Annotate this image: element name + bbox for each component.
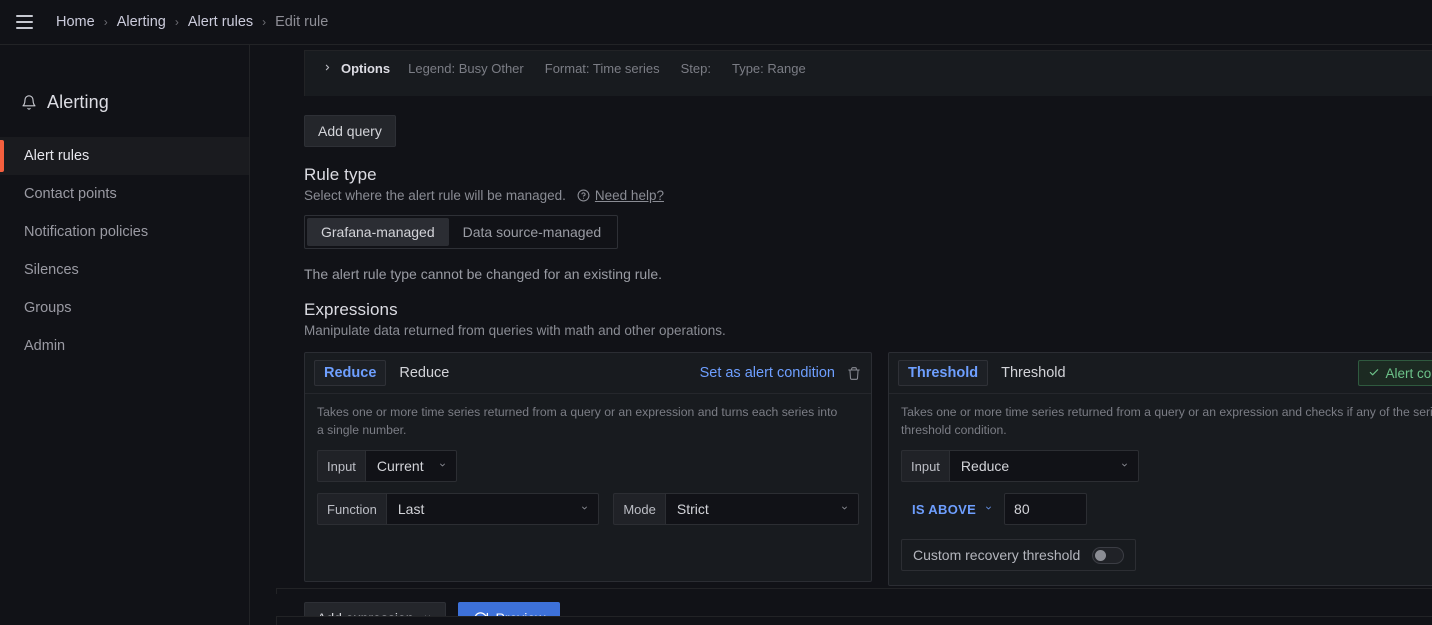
reduce-function-select[interactable]: Last xyxy=(385,493,600,526)
query-options-row[interactable]: Options Legend: Busy Other Format: Time … xyxy=(305,51,1432,85)
add-query-button[interactable]: Add query xyxy=(304,115,396,147)
threshold-operator-select[interactable]: IS ABOVE xyxy=(901,493,1004,525)
sidebar-item-notification-policies[interactable]: Notification policies xyxy=(0,213,249,251)
expression-header: Threshold Threshold Alert condition xyxy=(889,353,1432,394)
custom-recovery-threshold-row[interactable]: Custom recovery threshold xyxy=(901,539,1137,572)
breadcrumb-separator: › xyxy=(103,15,108,29)
sidebar-item-alert-rules[interactable]: Alert rules xyxy=(0,137,249,175)
sidebar-nav: Alert rules Contact points Notification … xyxy=(0,137,249,365)
rule-type-description: Select where the alert rule will be mana… xyxy=(304,188,566,203)
section-container-top-border xyxy=(276,588,1432,594)
reduce-function-value: Last xyxy=(397,501,425,518)
sidebar-item-silences[interactable]: Silences xyxy=(0,251,249,289)
reduce-mode-select[interactable]: Strict xyxy=(664,493,859,526)
breadcrumb-item-alert-rules[interactable]: Alert rules xyxy=(188,14,253,30)
expression-ref-id[interactable]: Threshold xyxy=(898,360,989,386)
sidebar-item-label: Notification policies xyxy=(24,224,149,240)
breadcrumb-item-edit-rule: Edit rule xyxy=(275,14,329,30)
custom-recovery-threshold-toggle[interactable] xyxy=(1092,546,1125,564)
hamburger-menu-icon[interactable] xyxy=(10,8,38,36)
threshold-value-input[interactable] xyxy=(1004,493,1088,526)
alert-condition-label: Alert condition xyxy=(1385,365,1432,381)
chevron-down-icon xyxy=(579,504,590,515)
breadcrumb-separator: › xyxy=(262,15,267,29)
expression-card-reduce: Reduce Reduce Set as alert condition Tak… xyxy=(304,352,872,583)
options-format: Format: Time series xyxy=(544,60,660,76)
reduce-mode-value: Strict xyxy=(676,501,709,518)
expression-description: Takes one or more time series returned f… xyxy=(901,405,1432,437)
sidebar-item-groups[interactable]: Groups xyxy=(0,289,249,327)
sidebar-item-label: Groups xyxy=(24,300,72,316)
options-legend: Legend: Busy Other xyxy=(408,60,524,76)
chevron-down-icon xyxy=(839,504,850,515)
sidebar-item-contact-points[interactable]: Contact points xyxy=(0,175,249,213)
query-panel: Options Legend: Busy Other Format: Time … xyxy=(304,50,1432,96)
reduce-input-row: Input Current xyxy=(317,450,859,483)
expression-type-name: Threshold xyxy=(1001,365,1066,381)
bell-icon xyxy=(21,93,37,111)
sidebar-item-admin[interactable]: Admin xyxy=(0,327,249,365)
expression-card-threshold: Threshold Threshold Alert condition xyxy=(888,352,1432,587)
top-bar: Home › Alerting › Alert rules › Edit rul… xyxy=(0,0,1432,45)
section-container-top-border xyxy=(276,616,1432,625)
breadcrumb-separator: › xyxy=(174,15,179,29)
expression-ref-id[interactable]: Reduce xyxy=(314,360,387,386)
expressions-heading: Expressions xyxy=(304,300,398,319)
trash-icon[interactable] xyxy=(845,364,863,383)
check-icon xyxy=(1368,366,1380,381)
reduce-input-label: Input xyxy=(317,450,365,483)
chevron-down-icon xyxy=(1119,461,1130,472)
reduce-mode-label: Mode xyxy=(613,493,665,526)
threshold-input-label: Input xyxy=(901,450,949,483)
question-circle-icon[interactable] xyxy=(577,189,590,202)
rule-type-heading: Rule type xyxy=(304,165,377,184)
options-step: Step: xyxy=(680,60,711,76)
expression-body: Takes one or more time series returned f… xyxy=(305,394,871,581)
rule-type-option-grafana-managed[interactable]: Grafana-managed xyxy=(307,218,449,246)
rule-editor-content: Add query Rule type Select where the ale… xyxy=(304,107,1432,625)
expressions-description: Manipulate data returned from queries wi… xyxy=(304,323,726,338)
set-as-alert-condition-link[interactable]: Set as alert condition xyxy=(700,365,835,381)
chevron-down-icon xyxy=(437,461,448,472)
main-content: Options Legend: Busy Other Format: Time … xyxy=(250,45,1432,625)
reduce-input-select[interactable]: Current xyxy=(364,450,457,483)
breadcrumb-item-alerting[interactable]: Alerting xyxy=(117,14,166,30)
threshold-operator-label: IS ABOVE xyxy=(912,501,977,517)
need-help-link[interactable]: Need help? xyxy=(595,188,664,203)
sidebar: Alerting Alert rules Contact points Noti… xyxy=(0,45,250,625)
toggle-knob xyxy=(1095,549,1107,561)
alert-condition-badge[interactable]: Alert condition xyxy=(1358,360,1432,386)
sidebar-item-label: Alert rules xyxy=(24,148,90,164)
options-type: Type: Range xyxy=(731,60,806,76)
options-label: Options xyxy=(341,60,391,76)
reduce-input-value: Current xyxy=(376,458,424,475)
chevron-down-icon xyxy=(983,504,994,515)
threshold-input-row: Input Reduce xyxy=(901,450,1432,483)
chevron-right-icon[interactable] xyxy=(323,61,332,77)
rule-type-description-row: Select where the alert rule will be mana… xyxy=(304,188,1432,203)
reduce-function-label: Function xyxy=(317,493,386,526)
expression-body: Takes one or more time series returned f… xyxy=(889,394,1432,585)
threshold-condition-row: IS ABOVE xyxy=(901,493,1432,526)
sidebar-item-label: Admin xyxy=(24,338,66,354)
reduce-function-row: Function Last Mode Strict xyxy=(317,493,859,526)
threshold-input-value: Reduce xyxy=(960,458,1010,475)
sidebar-item-label: Silences xyxy=(24,262,79,278)
sidebar-header: Alerting xyxy=(0,45,249,117)
breadcrumb-item-home[interactable]: Home xyxy=(56,14,95,30)
expressions-grid: Reduce Reduce Set as alert condition Tak… xyxy=(304,352,1432,587)
threshold-input-select[interactable]: Reduce xyxy=(948,450,1139,483)
rule-type-radio-group[interactable]: Grafana-managed Data source-managed xyxy=(304,215,619,249)
expression-type-name: Reduce xyxy=(399,365,450,381)
rule-type-option-data-source-managed[interactable]: Data source-managed xyxy=(449,218,616,246)
breadcrumb: Home › Alerting › Alert rules › Edit rul… xyxy=(56,14,328,30)
rule-type-note: The alert rule type cannot be changed fo… xyxy=(304,266,662,282)
sidebar-item-label: Contact points xyxy=(24,186,117,202)
expression-header: Reduce Reduce Set as alert condition xyxy=(305,353,871,394)
sidebar-title: Alerting xyxy=(47,91,109,112)
expression-description: Takes one or more time series returned f… xyxy=(317,405,838,437)
custom-recovery-threshold-label: Custom recovery threshold xyxy=(913,547,1081,564)
